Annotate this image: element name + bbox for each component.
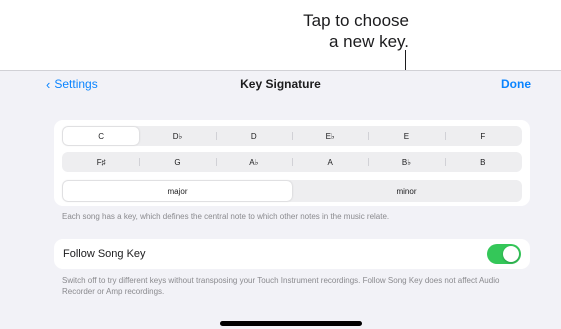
follow-song-key-toggle[interactable]: [487, 244, 521, 264]
key-f-sharp[interactable]: F♯: [63, 153, 139, 171]
key-d[interactable]: D: [215, 127, 292, 145]
mode-minor[interactable]: minor: [292, 181, 521, 201]
key-c[interactable]: C: [63, 127, 140, 145]
key-picker-card: C D♭ D E♭ E F F♯ G A♭ A B♭ B major minor: [54, 120, 530, 206]
key-d-flat[interactable]: D♭: [139, 127, 215, 145]
key-e-flat[interactable]: E♭: [291, 127, 368, 145]
navigation-bar: ‹ Settings Key Signature Done: [0, 71, 561, 99]
settings-screen: ‹ Settings Key Signature Done C D♭ D E♭ …: [0, 70, 561, 329]
callout-line-2: a new key.: [328, 32, 409, 51]
callout-line-1: Tap to choose: [303, 11, 409, 30]
key-footnote: Each song has a key, which defines the c…: [62, 212, 390, 221]
page-title: Key Signature: [240, 77, 321, 91]
key-b-flat[interactable]: B♭: [368, 153, 444, 171]
key-a[interactable]: A: [291, 153, 368, 171]
key-a-flat[interactable]: A♭: [215, 153, 292, 171]
key-b[interactable]: B: [444, 153, 521, 171]
key-g[interactable]: G: [139, 153, 215, 171]
key-row-2: F♯ G A♭ A B♭ B: [62, 152, 522, 172]
follow-song-key-label: Follow Song Key: [63, 248, 146, 260]
follow-song-key-row: Follow Song Key: [54, 239, 530, 269]
home-indicator[interactable]: [220, 321, 362, 326]
done-button[interactable]: Done: [501, 77, 531, 91]
mode-selector: major minor: [62, 180, 522, 202]
toggle-knob: [503, 246, 519, 262]
key-row-1: C D♭ D E♭ E F: [62, 126, 522, 146]
key-e[interactable]: E: [368, 127, 444, 145]
mode-major[interactable]: major: [63, 181, 292, 201]
follow-footnote: Switch off to try different keys without…: [62, 276, 500, 296]
callout-annotation: Tap to choose a new key.: [303, 10, 409, 52]
key-f[interactable]: F: [444, 127, 521, 145]
